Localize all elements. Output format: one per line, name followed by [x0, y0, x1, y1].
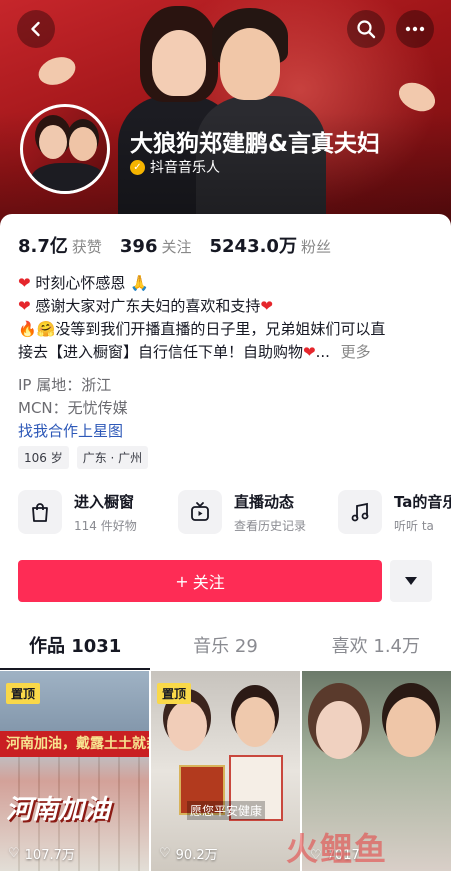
tab-music[interactable]: 音乐 29 [150, 622, 300, 672]
entry-live-subtitle: 查看历史记录 [234, 518, 307, 533]
age-tag: 106 岁 [18, 446, 69, 469]
verified-icon: ✓ [130, 159, 145, 175]
content-tabs: 作品 1031 音乐 29 喜欢 1.4万 [0, 622, 451, 672]
search-icon [357, 20, 376, 39]
thumbnail-banner-text: 河南加油，戴露土土就亲兄弟同心 [0, 731, 149, 757]
stat-followers-value: 5243.0万 [209, 236, 297, 257]
watermark-logo: 火鲤鱼 [286, 830, 389, 868]
tab-indicator [0, 668, 150, 670]
profile-tags: 106 岁 广东 · 广州 [18, 446, 149, 469]
music-icon [338, 490, 382, 534]
stat-following-label: 关注 [161, 238, 192, 256]
entry-showcase-title: 进入橱窗 [74, 492, 135, 511]
tv-icon [178, 490, 222, 534]
bio-line4-text: 接去【进入橱窗】自行信任下单！自助购物 [18, 343, 304, 361]
stat-following-value: 396 [119, 236, 158, 257]
video-likes: ♡ 107.7万 [8, 844, 75, 863]
caret-down-icon [405, 577, 417, 585]
back-button[interactable] [17, 10, 55, 48]
thumbnail-title: 河南加油 [6, 795, 111, 825]
search-button[interactable] [347, 10, 385, 48]
thumbnail-person [167, 701, 207, 751]
more-options-button[interactable] [396, 10, 434, 48]
fire-icon: 🔥 [18, 320, 37, 338]
video-thumbnail[interactable]: 愿您平安健康 置顶 ♡ 90.2万 [151, 671, 300, 871]
entry-live[interactable]: 直播动态 查看历史记录 [178, 490, 338, 534]
stat-followers[interactable]: 5243.0万 粉丝 [210, 232, 331, 258]
location-tag: 广东 · 广州 [76, 446, 149, 469]
banner-person-right-face [220, 28, 280, 100]
video-likes: ♡ 90.2万 [159, 844, 218, 863]
more-dots-icon [405, 26, 425, 32]
profile-name: 大狼狗郑建鹏&言真夫妇 [130, 131, 381, 157]
video-likes-count: 90.2万 [175, 848, 218, 863]
bio-more-link[interactable]: 更多 [341, 343, 371, 361]
video-likes-count: 107.7万 [24, 848, 75, 863]
pray-icon: 🙏 [130, 274, 149, 292]
bio-line2-text: 感谢大家对广东夫妇的喜欢和支持 [35, 297, 261, 315]
bio-line: 🔥🤗没等到我们开播直播的日子里，兄弟姐妹们可以直 [18, 318, 438, 341]
avatar[interactable] [20, 104, 110, 194]
entry-showcase[interactable]: 进入橱窗 114 件好物 [18, 490, 178, 534]
bio-line: ❤ 时刻心怀感恩 🙏 [18, 272, 438, 295]
pinned-badge: 置顶 [157, 683, 192, 704]
mcn-info: MCN：无忧传媒 [18, 399, 128, 417]
tab-likes[interactable]: 喜欢 1.4万 [301, 622, 451, 672]
thumbnail-person [235, 697, 275, 747]
bio-line: ❤ 感谢大家对广东夫妇的喜欢和支持❤ [18, 295, 438, 318]
stat-following[interactable]: 396 关注 [120, 236, 192, 257]
verified-label: ✓ 抖音音乐人 [130, 157, 220, 177]
chevron-left-icon [31, 21, 40, 37]
stat-likes[interactable]: 8.7亿 获赞 [18, 232, 102, 258]
bio-line3-text: 没等到我们开播直播的日子里，兄弟姐妹们可以直 [55, 320, 386, 338]
pinned-badge: 置顶 [6, 683, 41, 704]
avatar-face-left [39, 125, 67, 159]
profile-stats: 8.7亿 获赞 396 关注 5243.0万 粉丝 [18, 232, 331, 258]
stat-followers-label: 粉丝 [300, 238, 331, 256]
ip-location: IP 属地：浙江 [18, 376, 112, 394]
avatar-face-right [69, 127, 97, 161]
entry-music-title: Ta的音乐 [394, 492, 451, 511]
verified-text: 抖音音乐人 [150, 160, 220, 176]
thumbnail-caption: 愿您平安健康 [187, 801, 266, 820]
heart-icon: ❤ [18, 297, 31, 315]
tab-works[interactable]: 作品 1031 [0, 622, 150, 672]
hug-emoji-icon: 🤗 [36, 320, 56, 338]
stat-likes-label: 获赞 [71, 238, 102, 256]
thumbnail-person [316, 701, 362, 759]
follow-button[interactable]: + 关注 [18, 560, 382, 602]
heart-icon: ❤ [260, 297, 273, 315]
heart-outline-icon: ♡ [8, 846, 20, 861]
bio-line: 接去【进入橱窗】自行信任下单！自助购物❤... 更多 [18, 343, 371, 361]
heart-icon: ❤ [303, 343, 316, 361]
recommend-dropdown-button[interactable] [390, 560, 432, 602]
video-thumbnail[interactable]: 河南加油，戴露土土就亲兄弟同心 河南加油 置顶 ♡ 107.7万 [0, 671, 149, 871]
banner-hand-left [34, 52, 80, 90]
feature-entries: 进入橱窗 114 件好物 直播动态 查看历史记录 Ta的音乐 听听 ta [18, 490, 451, 534]
avatar-bodies [31, 163, 105, 191]
entry-music[interactable]: Ta的音乐 听听 ta [338, 490, 451, 534]
collab-link[interactable]: 找我合作上星图 [18, 420, 123, 441]
bag-icon [18, 490, 62, 534]
thumbnail-person [386, 697, 436, 757]
plus-icon: + [175, 571, 189, 591]
follow-label: 关注 [192, 573, 225, 592]
entry-music-subtitle: 听听 ta [394, 518, 434, 533]
banner-person-left-face [152, 30, 206, 96]
profile-bio: ❤ 时刻心怀感恩 🙏 ❤ 感谢大家对广东夫妇的喜欢和支持❤ 🔥🤗没等到我们开播直… [18, 272, 438, 364]
heart-outline-icon: ♡ [159, 846, 171, 861]
bio-line1-text: 时刻心怀感恩 [35, 274, 126, 292]
entry-showcase-subtitle: 114 件好物 [74, 518, 137, 533]
entry-live-title: 直播动态 [234, 492, 295, 511]
stat-likes-value: 8.7亿 [18, 236, 68, 257]
heart-icon: ❤ [18, 274, 31, 292]
